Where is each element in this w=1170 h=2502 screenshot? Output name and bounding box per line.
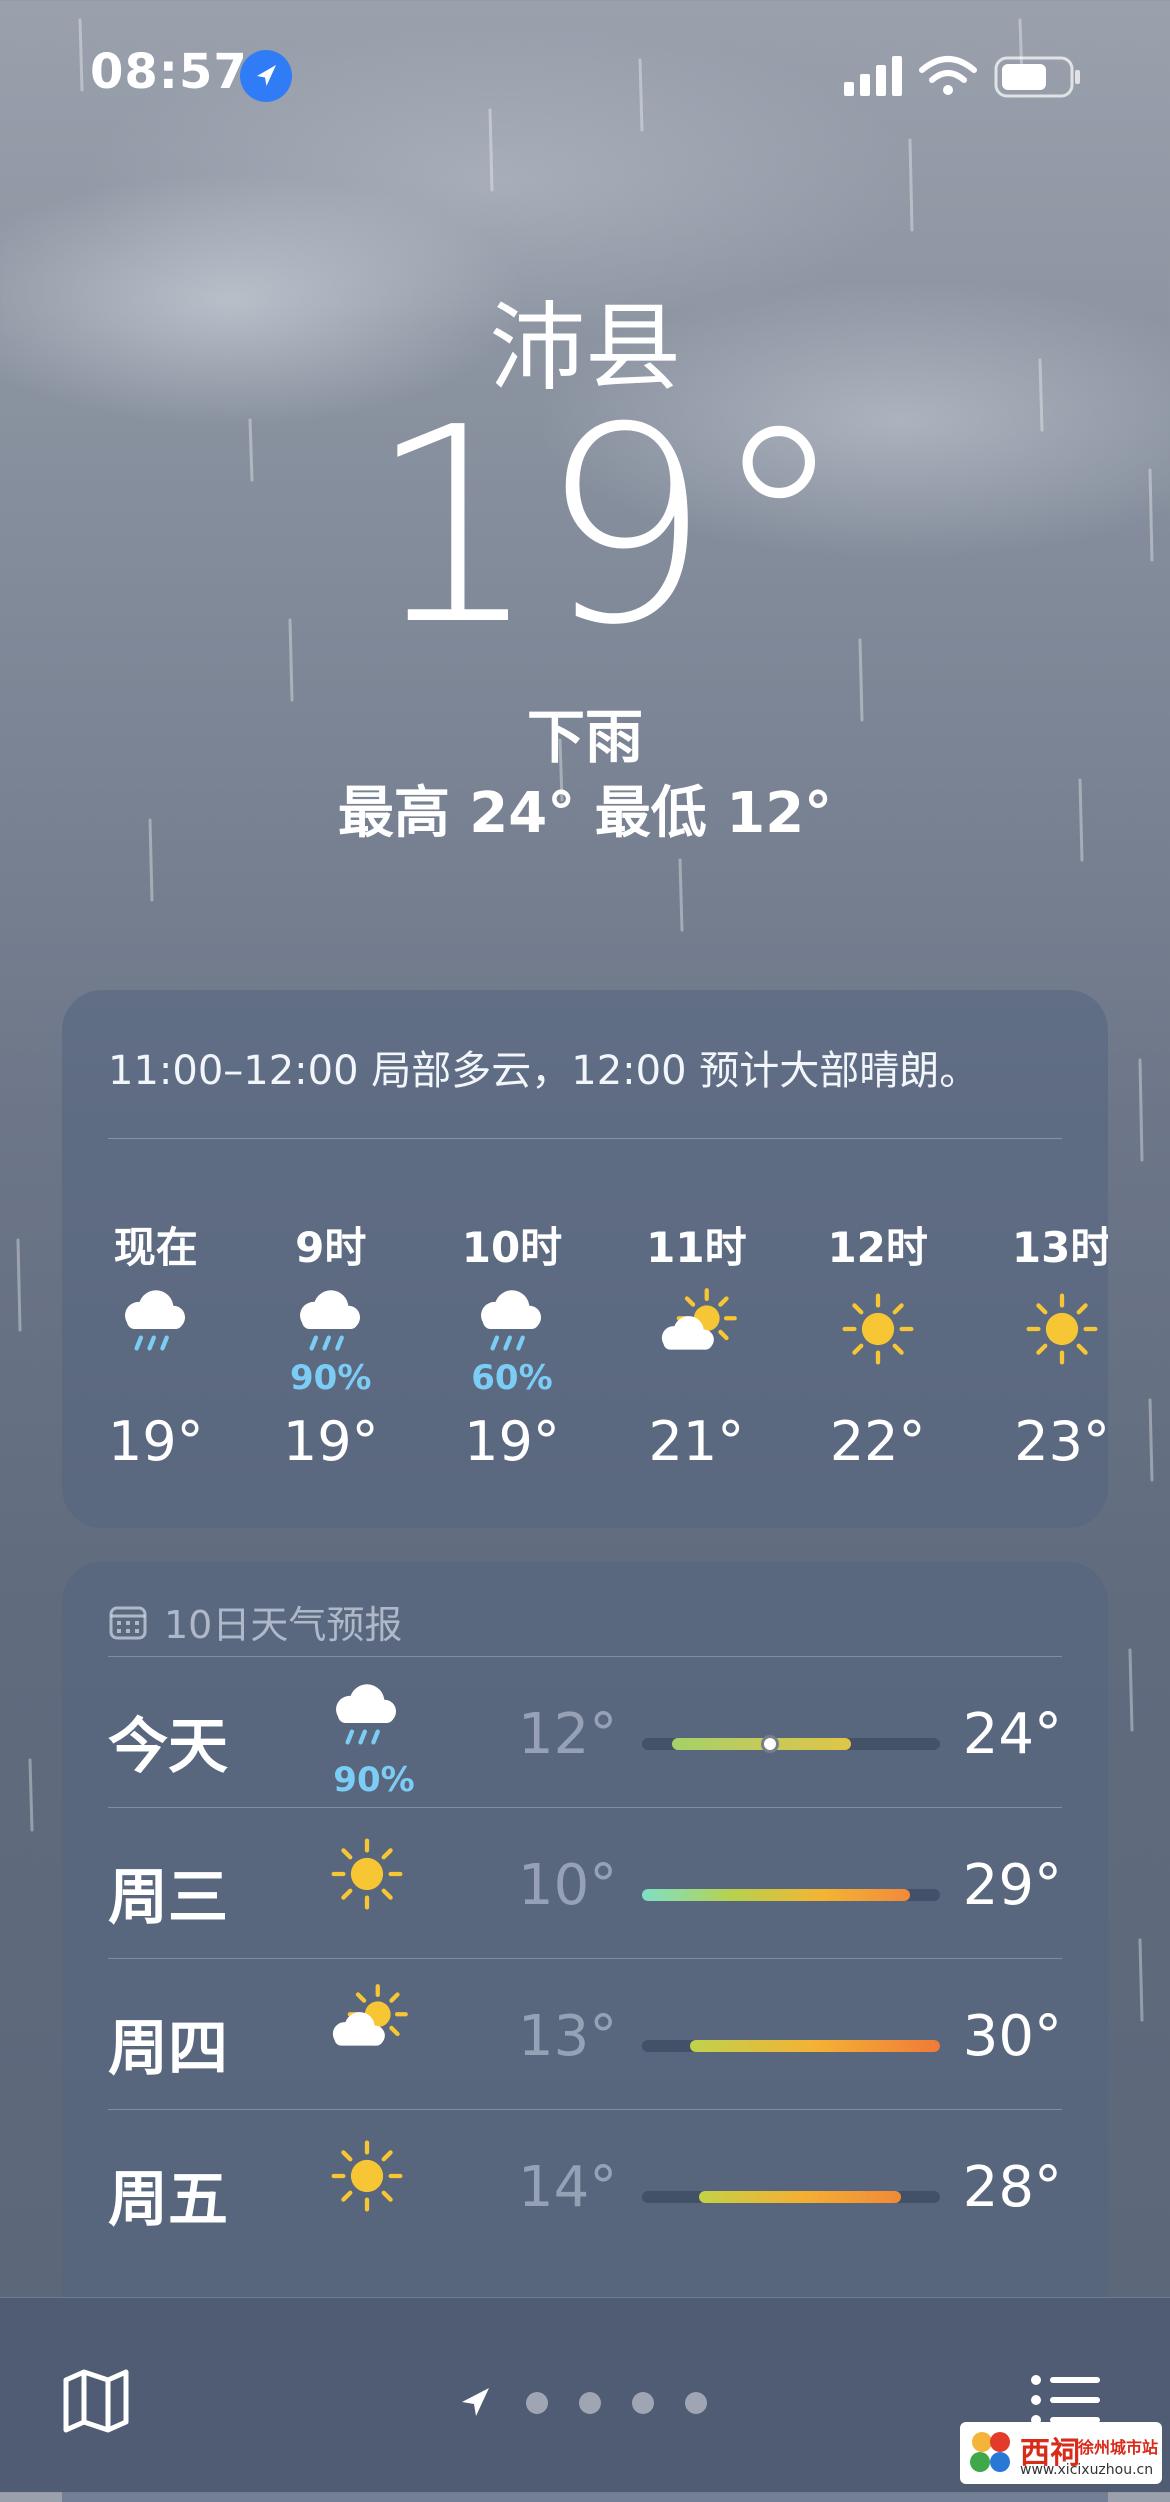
temperature-range-bar xyxy=(642,2040,940,2052)
precip-chance: 90% xyxy=(290,1358,372,1398)
day-row[interactable]: 周四 13° 30° xyxy=(108,1960,1062,2110)
hour-label: 13时 xyxy=(1011,1223,1108,1272)
temperature-range-fill xyxy=(642,1889,911,1901)
watermark-url: www.xicixuzhou.cn xyxy=(1020,2462,1154,2478)
ten-day-header: 10日天气预报 xyxy=(108,1594,402,1649)
high-temperature: 29° xyxy=(962,1853,1062,1918)
precip-chance: 90% xyxy=(333,1760,415,1800)
calendar-icon xyxy=(109,1606,147,1639)
map-icon xyxy=(63,2369,129,2433)
hour-icon-wrap xyxy=(606,1276,786,1396)
day-row[interactable]: 周五 14° 28° xyxy=(108,2111,1062,2261)
hour-icon-wrap xyxy=(972,1276,1108,1396)
hourly-item: 现在 19° xyxy=(66,1220,246,1473)
hour-icon-wrap: 60% xyxy=(422,1276,602,1398)
day-name: 周五 xyxy=(108,2165,228,2235)
divider xyxy=(108,1958,1062,1959)
low-temperature: 14° xyxy=(518,2155,618,2220)
high-temperature: 28° xyxy=(962,2155,1062,2220)
divider xyxy=(108,1656,1062,1657)
low-temperature: 12° xyxy=(518,1702,618,1767)
ten-day-title: 10日天气预报 xyxy=(164,1603,403,1647)
cloud-rain-icon xyxy=(124,1290,185,1351)
current-temp-marker xyxy=(761,1735,780,1753)
hour-temperature: 22° xyxy=(829,1410,926,1473)
hour-temperature: 19° xyxy=(464,1410,560,1473)
page-dot[interactable] xyxy=(632,2392,654,2414)
hour-icon-wrap xyxy=(788,1276,968,1396)
list-icon xyxy=(1031,2375,1100,2425)
weather-condition: 下雨 xyxy=(526,703,643,771)
temperature-range-bar xyxy=(642,1889,940,1901)
watermark-name: 徐州城市站 xyxy=(1078,2438,1159,2457)
precip-chance: 60% xyxy=(471,1358,553,1398)
divider xyxy=(108,2109,1062,2110)
hour-label: 现在 xyxy=(113,1223,198,1272)
day-row[interactable]: 周三 10° 29° xyxy=(108,1809,1062,1959)
temperature-range-fill xyxy=(689,2040,940,2052)
battery-icon xyxy=(994,56,1080,98)
hour-label: 11时 xyxy=(646,1223,747,1272)
temperature-range-fill xyxy=(698,2191,902,2203)
hour-label: 12时 xyxy=(827,1223,928,1272)
sun-icon xyxy=(842,1293,914,1365)
hour-icon-wrap xyxy=(66,1276,246,1396)
hour-temperature: 19° xyxy=(107,1410,204,1473)
high-temperature: 30° xyxy=(962,2004,1062,2069)
high-temperature: 24° xyxy=(962,1702,1062,1767)
status-indicators xyxy=(844,54,1084,98)
day-name: 周三 xyxy=(108,1863,228,1933)
page-dot[interactable] xyxy=(579,2392,601,2414)
hourly-forecast-card[interactable]: 11:00–12:00 局部多云，12:00 预计大部晴朗。 现在 19° 9时… xyxy=(62,990,1108,1528)
page-dot[interactable] xyxy=(685,2392,707,2414)
watermark-logo: 西祠 徐州城市站 www.xicixuzhou.cn xyxy=(960,2422,1162,2484)
high-low-temperature: 最高 24° 最低 12° xyxy=(337,781,833,846)
day-icon-wrap xyxy=(324,1831,434,1941)
divider xyxy=(108,1138,1062,1139)
wifi-icon xyxy=(919,56,977,83)
location-indicator-icon xyxy=(240,50,292,102)
hourly-item: 10时 60% 19° xyxy=(422,1220,602,1473)
page-dot[interactable] xyxy=(526,2392,548,2414)
temperature-range-bar xyxy=(642,1735,940,1753)
sun-icon xyxy=(1026,1293,1098,1365)
sun-icon xyxy=(331,2140,403,2212)
page-indicator[interactable] xyxy=(456,2376,716,2436)
hour-temperature: 23° xyxy=(1014,1410,1108,1473)
day-icon-wrap xyxy=(324,2133,434,2243)
hourly-item: 9时 90% 19° xyxy=(241,1220,421,1473)
current-temperature: 19° xyxy=(367,369,847,684)
sun-icon xyxy=(331,1838,403,1910)
map-button[interactable] xyxy=(60,2368,140,2438)
temperature-range-bar xyxy=(642,2191,940,2203)
day-name: 今天 xyxy=(108,1712,228,1782)
hour-temperature: 19° xyxy=(282,1410,379,1473)
hour-label: 10时 xyxy=(461,1223,563,1272)
hourly-item: 12时 22° xyxy=(788,1220,968,1473)
day-row[interactable]: 今天 90% 12° 24° xyxy=(108,1658,1062,1808)
flower-logo-icon xyxy=(970,2432,1010,2472)
location-arrow-icon xyxy=(462,2388,489,2416)
partly-cloudy-icon xyxy=(332,1984,408,2046)
cellular-signal-icon xyxy=(844,56,902,96)
status-time: 08:57 xyxy=(90,44,248,100)
partly-cloudy-icon xyxy=(662,1288,738,1350)
hour-icon-wrap: 90% xyxy=(241,1276,421,1398)
low-temperature: 10° xyxy=(518,1853,618,1918)
hour-label: 9时 xyxy=(295,1223,367,1272)
forecast-summary: 11:00–12:00 局部多云，12:00 预计大部晴朗。 xyxy=(108,1048,980,1094)
day-name: 周四 xyxy=(108,2014,228,2084)
day-icon-wrap xyxy=(324,1982,434,2092)
hourly-item: 13时 23° xyxy=(972,1220,1108,1473)
low-temperature: 13° xyxy=(518,2004,618,2069)
hour-temperature: 21° xyxy=(648,1410,745,1473)
cloud-rain-icon xyxy=(336,1684,397,1745)
hourly-item: 11时 21° xyxy=(606,1220,786,1473)
divider xyxy=(108,1807,1062,1808)
